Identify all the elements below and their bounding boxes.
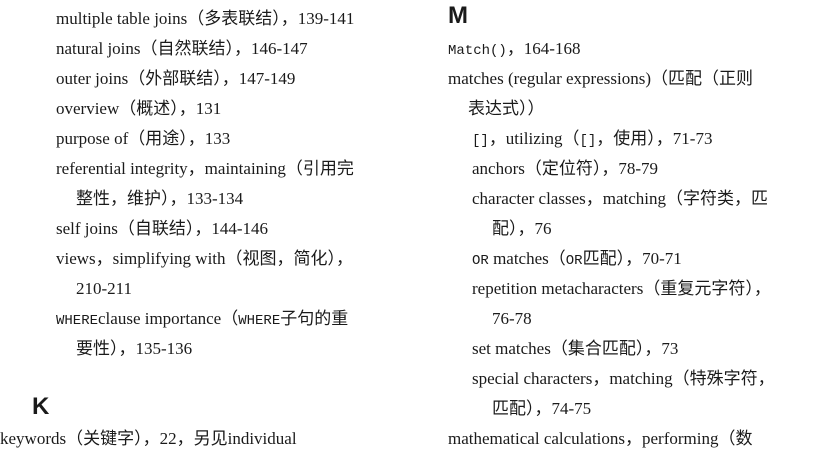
index-entry: self joins（自联结），144-146 bbox=[56, 219, 269, 238]
or-keyword-inline: OR bbox=[565, 253, 583, 269]
or-keyword: OR bbox=[472, 253, 489, 269]
index-entry-continuation: 要性），135-136 bbox=[76, 339, 193, 358]
index-entry-where: WHEREclause importance（WHERE子句的重 bbox=[56, 308, 348, 332]
index-subentry-continuation: 配），76 bbox=[492, 219, 552, 238]
index-entry: mathematical calculations，performing（数 bbox=[448, 429, 753, 448]
index-entry-continuation: 表达式）） bbox=[468, 99, 545, 118]
brackets-text: ，utilizing（ bbox=[488, 129, 580, 148]
index-entry: multiple table joins（多表联结），139-141 bbox=[56, 9, 355, 28]
index-entry: outer joins（外部联结），147-149 bbox=[56, 69, 296, 88]
where-entry-text: clause importance（ bbox=[98, 309, 239, 328]
index-subentry-continuation: 匹配），74-75 bbox=[492, 399, 592, 418]
brackets-code-inline: [] bbox=[579, 133, 597, 149]
index-entry-match: Match()，164-168 bbox=[448, 38, 580, 62]
index-subentry: character classes，matching（字符类，匹 bbox=[472, 189, 768, 208]
index-entry: purpose of（用途），133 bbox=[56, 129, 231, 148]
index-subentry: repetition metacharacters（重复元字符）， bbox=[472, 279, 771, 298]
match-function: Match() bbox=[448, 43, 507, 59]
brackets-code: [] bbox=[472, 133, 489, 149]
index-subentry-continuation: 76-78 bbox=[492, 309, 532, 328]
match-pages: ，164-168 bbox=[506, 39, 581, 58]
index-entry-continuation: 整性，维护），133-134 bbox=[76, 189, 244, 208]
index-entry: matches (regular expressions)（匹配（正则 bbox=[448, 69, 753, 88]
index-subentry-or: OR matches（OR匹配），70-71 bbox=[472, 248, 682, 272]
index-entry-continuation: 210-211 bbox=[76, 279, 133, 298]
index-subentry: []，utilizing（[]，使用），71-73 bbox=[472, 128, 712, 152]
index-entry: natural joins（自然联结），146-147 bbox=[56, 39, 308, 58]
or-text-2: 匹配），70-71 bbox=[582, 249, 682, 268]
where-keyword: WHERE bbox=[56, 313, 99, 329]
index-entry-keywords: keywords（关键字），22，另见individual bbox=[0, 429, 297, 448]
index-entry: referential integrity，maintaining（引用完 bbox=[56, 159, 354, 178]
where-keyword-inline: WHERE bbox=[238, 313, 281, 329]
or-text: matches（ bbox=[488, 249, 566, 268]
index-entry: views，simplifying with（视图，简化）， bbox=[56, 249, 354, 268]
where-entry-text-2: 子句的重 bbox=[280, 309, 349, 328]
section-heading-m: M bbox=[448, 2, 468, 29]
index-entry: overview（概述），131 bbox=[56, 99, 222, 118]
index-subentry: anchors（定位符），78-79 bbox=[472, 159, 659, 178]
index-subentry: special characters，matching（特殊字符， bbox=[472, 369, 775, 388]
section-heading-k: K bbox=[32, 393, 50, 420]
index-subentry: set matches（集合匹配），73 bbox=[472, 339, 679, 358]
brackets-text-2: ，使用），71-73 bbox=[596, 129, 713, 148]
